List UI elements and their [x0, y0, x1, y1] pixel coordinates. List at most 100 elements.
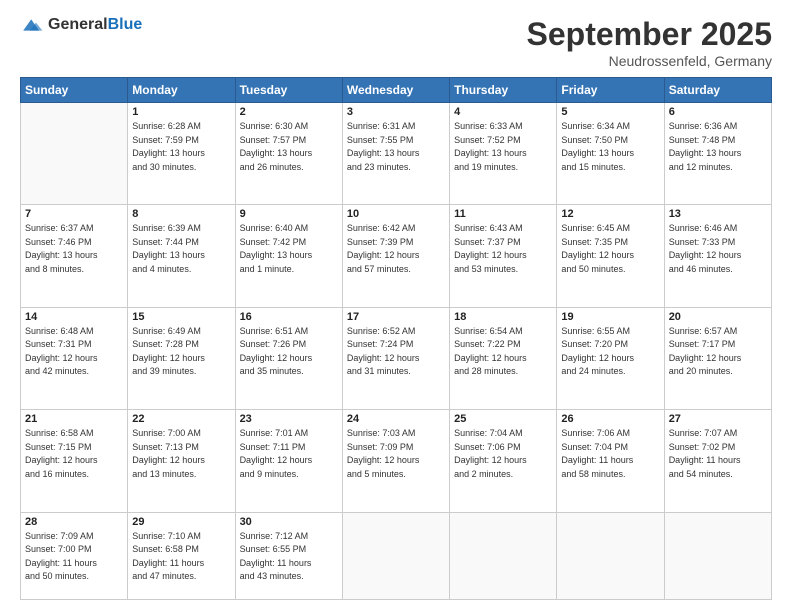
day-number: 21: [25, 413, 123, 425]
day-info: Sunrise: 7:04 AM Sunset: 7:06 PM Dayligh…: [454, 427, 552, 481]
calendar-cell: 8Sunrise: 6:39 AM Sunset: 7:44 PM Daylig…: [128, 205, 235, 307]
calendar-cell: 7Sunrise: 6:37 AM Sunset: 7:46 PM Daylig…: [21, 205, 128, 307]
day-info: Sunrise: 6:57 AM Sunset: 7:17 PM Dayligh…: [669, 325, 767, 379]
weekday-header-thursday: Thursday: [450, 78, 557, 103]
day-info: Sunrise: 7:01 AM Sunset: 7:11 PM Dayligh…: [240, 427, 338, 481]
day-number: 9: [240, 208, 338, 220]
day-number: 28: [25, 516, 123, 528]
day-info: Sunrise: 6:55 AM Sunset: 7:20 PM Dayligh…: [561, 325, 659, 379]
calendar-cell: 20 Sunrise: 6:57 AM Sunset: 7:17 PM Dayli…: [664, 307, 771, 409]
day-number: 15: [132, 311, 230, 323]
day-info: Sunrise: 6:58 AM Sunset: 7:15 PM Dayligh…: [25, 427, 123, 481]
weekday-header-wednesday: Wednesday: [342, 78, 449, 103]
calendar-cell: 24 Sunrise: 7:03 AM Sunset: 7:09 PM Dayli…: [342, 410, 449, 512]
calendar-week-row: 21 Sunrise: 6:58 AM Sunset: 7:15 PM Dayli…: [21, 410, 772, 512]
calendar-cell: 15 Sunrise: 6:49 AM Sunset: 7:28 PM Dayli…: [128, 307, 235, 409]
calendar-cell: 30Sunrise: 7:12 AM Sunset: 6:55 PM Dayli…: [235, 512, 342, 599]
day-number: 14: [25, 311, 123, 323]
calendar-cell: [557, 512, 664, 599]
calendar-week-row: 28 Sunrise: 7:09 AM Sunset: 7:00 PM Dayli…: [21, 512, 772, 599]
day-info: Sunrise: 6:42 AM Sunset: 7:39 PM Dayligh…: [347, 222, 445, 276]
month-title: September 2025: [527, 16, 772, 53]
calendar-cell: 13Sunrise: 6:46 AM Sunset: 7:33 PM Dayli…: [664, 205, 771, 307]
day-info: Sunrise: 6:43 AM Sunset: 7:37 PM Dayligh…: [454, 222, 552, 276]
day-info: Sunrise: 6:31 AM Sunset: 7:55 PM Dayligh…: [347, 120, 445, 174]
day-info: Sunrise: 6:52 AM Sunset: 7:24 PM Dayligh…: [347, 325, 445, 379]
weekday-header-friday: Friday: [557, 78, 664, 103]
day-number: 6: [669, 106, 767, 118]
weekday-header-saturday: Saturday: [664, 78, 771, 103]
title-area: September 2025 Neudrossenfeld, Germany: [527, 16, 772, 69]
weekday-header-monday: Monday: [128, 78, 235, 103]
calendar-cell: 28 Sunrise: 7:09 AM Sunset: 7:00 PM Dayli…: [21, 512, 128, 599]
calendar-cell: 2Sunrise: 6:30 AM Sunset: 7:57 PM Daylig…: [235, 103, 342, 205]
day-number: 19: [561, 311, 659, 323]
location-subtitle: Neudrossenfeld, Germany: [527, 53, 772, 69]
day-number: 1: [132, 106, 230, 118]
calendar-cell: 29 Sunrise: 7:10 AM Sunset: 6:58 PM Dayli…: [128, 512, 235, 599]
page: GeneralBlue September 2025 Neudrossenfel…: [0, 0, 792, 612]
day-number: 29: [132, 516, 230, 528]
calendar-cell: 19 Sunrise: 6:55 AM Sunset: 7:20 PM Dayli…: [557, 307, 664, 409]
day-number: 12: [561, 208, 659, 220]
calendar-table: SundayMondayTuesdayWednesdayThursdayFrid…: [20, 77, 772, 600]
day-info: Sunrise: 6:36 AM Sunset: 7:48 PM Dayligh…: [669, 120, 767, 174]
day-number: 24: [347, 413, 445, 425]
calendar-cell: 10 Sunrise: 6:42 AM Sunset: 7:39 PM Dayli…: [342, 205, 449, 307]
day-info: Sunrise: 7:07 AM Sunset: 7:02 PM Dayligh…: [669, 427, 767, 481]
calendar-cell: 12 Sunrise: 6:45 AM Sunset: 7:35 PM Dayli…: [557, 205, 664, 307]
day-info: Sunrise: 6:51 AM Sunset: 7:26 PM Dayligh…: [240, 325, 338, 379]
logo: GeneralBlue: [20, 16, 142, 34]
day-number: 2: [240, 106, 338, 118]
calendar-cell: 18Sunrise: 6:54 AM Sunset: 7:22 PM Dayli…: [450, 307, 557, 409]
day-info: Sunrise: 7:06 AM Sunset: 7:04 PM Dayligh…: [561, 427, 659, 481]
day-number: 3: [347, 106, 445, 118]
calendar-week-row: 1 Sunrise: 6:28 AM Sunset: 7:59 PM Daylig…: [21, 103, 772, 205]
day-number: 27: [669, 413, 767, 425]
day-info: Sunrise: 7:03 AM Sunset: 7:09 PM Dayligh…: [347, 427, 445, 481]
day-number: 20: [669, 311, 767, 323]
logo-text: GeneralBlue: [48, 16, 142, 34]
day-info: Sunrise: 7:10 AM Sunset: 6:58 PM Dayligh…: [132, 530, 230, 584]
calendar-cell: 27 Sunrise: 7:07 AM Sunset: 7:02 PM Dayli…: [664, 410, 771, 512]
weekday-header-tuesday: Tuesday: [235, 78, 342, 103]
calendar-cell: [342, 512, 449, 599]
day-number: 17: [347, 311, 445, 323]
day-number: 18: [454, 311, 552, 323]
day-info: Sunrise: 6:49 AM Sunset: 7:28 PM Dayligh…: [132, 325, 230, 379]
calendar-cell: 9 Sunrise: 6:40 AM Sunset: 7:42 PM Daylig…: [235, 205, 342, 307]
calendar-cell: 17 Sunrise: 6:52 AM Sunset: 7:24 PM Dayli…: [342, 307, 449, 409]
logo-icon: [20, 16, 44, 34]
day-number: 4: [454, 106, 552, 118]
day-number: 23: [240, 413, 338, 425]
calendar-cell: 21 Sunrise: 6:58 AM Sunset: 7:15 PM Dayli…: [21, 410, 128, 512]
calendar-cell: [664, 512, 771, 599]
day-number: 25: [454, 413, 552, 425]
calendar-cell: 1 Sunrise: 6:28 AM Sunset: 7:59 PM Daylig…: [128, 103, 235, 205]
day-info: Sunrise: 6:39 AM Sunset: 7:44 PM Dayligh…: [132, 222, 230, 276]
calendar-cell: 5Sunrise: 6:34 AM Sunset: 7:50 PM Daylig…: [557, 103, 664, 205]
day-info: Sunrise: 6:28 AM Sunset: 7:59 PM Dayligh…: [132, 120, 230, 174]
day-info: Sunrise: 7:09 AM Sunset: 7:00 PM Dayligh…: [25, 530, 123, 584]
day-info: Sunrise: 6:33 AM Sunset: 7:52 PM Dayligh…: [454, 120, 552, 174]
day-number: 16: [240, 311, 338, 323]
calendar-cell: 23 Sunrise: 7:01 AM Sunset: 7:11 PM Dayli…: [235, 410, 342, 512]
day-number: 13: [669, 208, 767, 220]
day-info: Sunrise: 7:00 AM Sunset: 7:13 PM Dayligh…: [132, 427, 230, 481]
day-info: Sunrise: 6:45 AM Sunset: 7:35 PM Dayligh…: [561, 222, 659, 276]
weekday-header-sunday: Sunday: [21, 78, 128, 103]
calendar-cell: [450, 512, 557, 599]
day-number: 11: [454, 208, 552, 220]
day-number: 10: [347, 208, 445, 220]
day-number: 30: [240, 516, 338, 528]
day-info: Sunrise: 6:48 AM Sunset: 7:31 PM Dayligh…: [25, 325, 123, 379]
day-number: 26: [561, 413, 659, 425]
weekday-header-row: SundayMondayTuesdayWednesdayThursdayFrid…: [21, 78, 772, 103]
calendar-cell: 6 Sunrise: 6:36 AM Sunset: 7:48 PM Daylig…: [664, 103, 771, 205]
calendar-cell: 14 Sunrise: 6:48 AM Sunset: 7:31 PM Dayli…: [21, 307, 128, 409]
calendar-cell: 11 Sunrise: 6:43 AM Sunset: 7:37 PM Dayli…: [450, 205, 557, 307]
day-number: 5: [561, 106, 659, 118]
calendar-cell: 22 Sunrise: 7:00 AM Sunset: 7:13 PM Dayli…: [128, 410, 235, 512]
day-info: Sunrise: 6:40 AM Sunset: 7:42 PM Dayligh…: [240, 222, 338, 276]
day-number: 22: [132, 413, 230, 425]
